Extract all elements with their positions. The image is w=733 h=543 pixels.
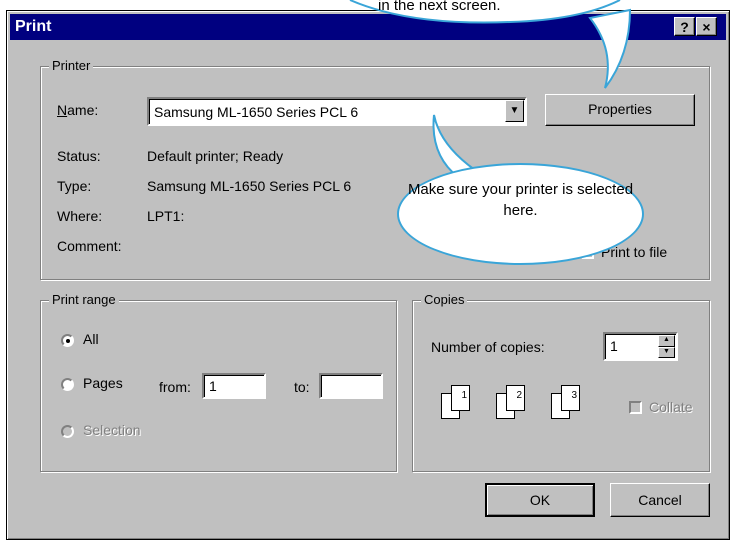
pages-label: Pages xyxy=(83,375,123,391)
copies-group: Copies Number of copies: 1 ▲ ▼ 1 1 2 2 3… xyxy=(412,292,710,472)
printer-name-value: Samsung ML-1650 Series PCL 6 xyxy=(154,104,359,120)
print-range-legend: Print range xyxy=(49,292,119,307)
cancel-button[interactable]: Cancel xyxy=(610,483,710,517)
callout-bubble: Make sure your printer is selected here. xyxy=(397,163,644,265)
callout-bubble-text: Make sure your printer is selected here. xyxy=(407,181,634,219)
all-radio[interactable] xyxy=(61,334,74,347)
status-value: Default printer; Ready xyxy=(147,148,284,164)
where-label: Where: xyxy=(57,208,103,224)
all-label: All xyxy=(83,331,99,347)
from-input[interactable]: 1 xyxy=(202,373,266,399)
type-label: Type: xyxy=(57,178,92,194)
from-value: 1 xyxy=(209,378,217,394)
callout-top-text: in the next screen. xyxy=(378,0,501,14)
collate-label: Collate xyxy=(649,399,693,415)
from-label: from: xyxy=(159,379,191,395)
name-label: Name: xyxy=(57,102,99,118)
to-input[interactable] xyxy=(319,373,383,399)
printer-legend: Printer xyxy=(49,58,94,73)
spin-down-icon[interactable]: ▼ xyxy=(658,347,675,358)
help-button[interactable]: ? xyxy=(674,17,695,36)
dialog-title: Print xyxy=(15,18,52,35)
spin-up-icon[interactable]: ▲ xyxy=(658,335,675,347)
pages-radio[interactable] xyxy=(61,378,74,391)
page-icon: 2 xyxy=(506,385,525,411)
print-range-group: Print range All Pages from: 1 to: Select… xyxy=(40,292,397,472)
status-label: Status: xyxy=(57,148,101,164)
selection-label: Selection xyxy=(83,422,141,438)
where-value: LPT1: xyxy=(147,208,185,224)
close-button[interactable]: × xyxy=(696,17,717,36)
selection-radio[interactable] xyxy=(61,425,74,438)
page-icon: 3 xyxy=(561,385,580,411)
copies-legend: Copies xyxy=(421,292,468,307)
collate-checkbox[interactable] xyxy=(629,401,642,414)
copies-value: 1 xyxy=(610,338,618,354)
type-value: Samsung ML-1650 Series PCL 6 xyxy=(147,178,352,194)
to-label: to: xyxy=(294,379,310,395)
copies-input[interactable]: 1 ▲ ▼ xyxy=(603,332,678,361)
number-of-copies-label: Number of copies: xyxy=(431,339,545,355)
comment-label: Comment: xyxy=(57,238,122,254)
ok-button[interactable]: OK xyxy=(485,483,595,517)
page-icon: 1 xyxy=(451,385,470,411)
callout-top-graphic xyxy=(349,0,632,89)
